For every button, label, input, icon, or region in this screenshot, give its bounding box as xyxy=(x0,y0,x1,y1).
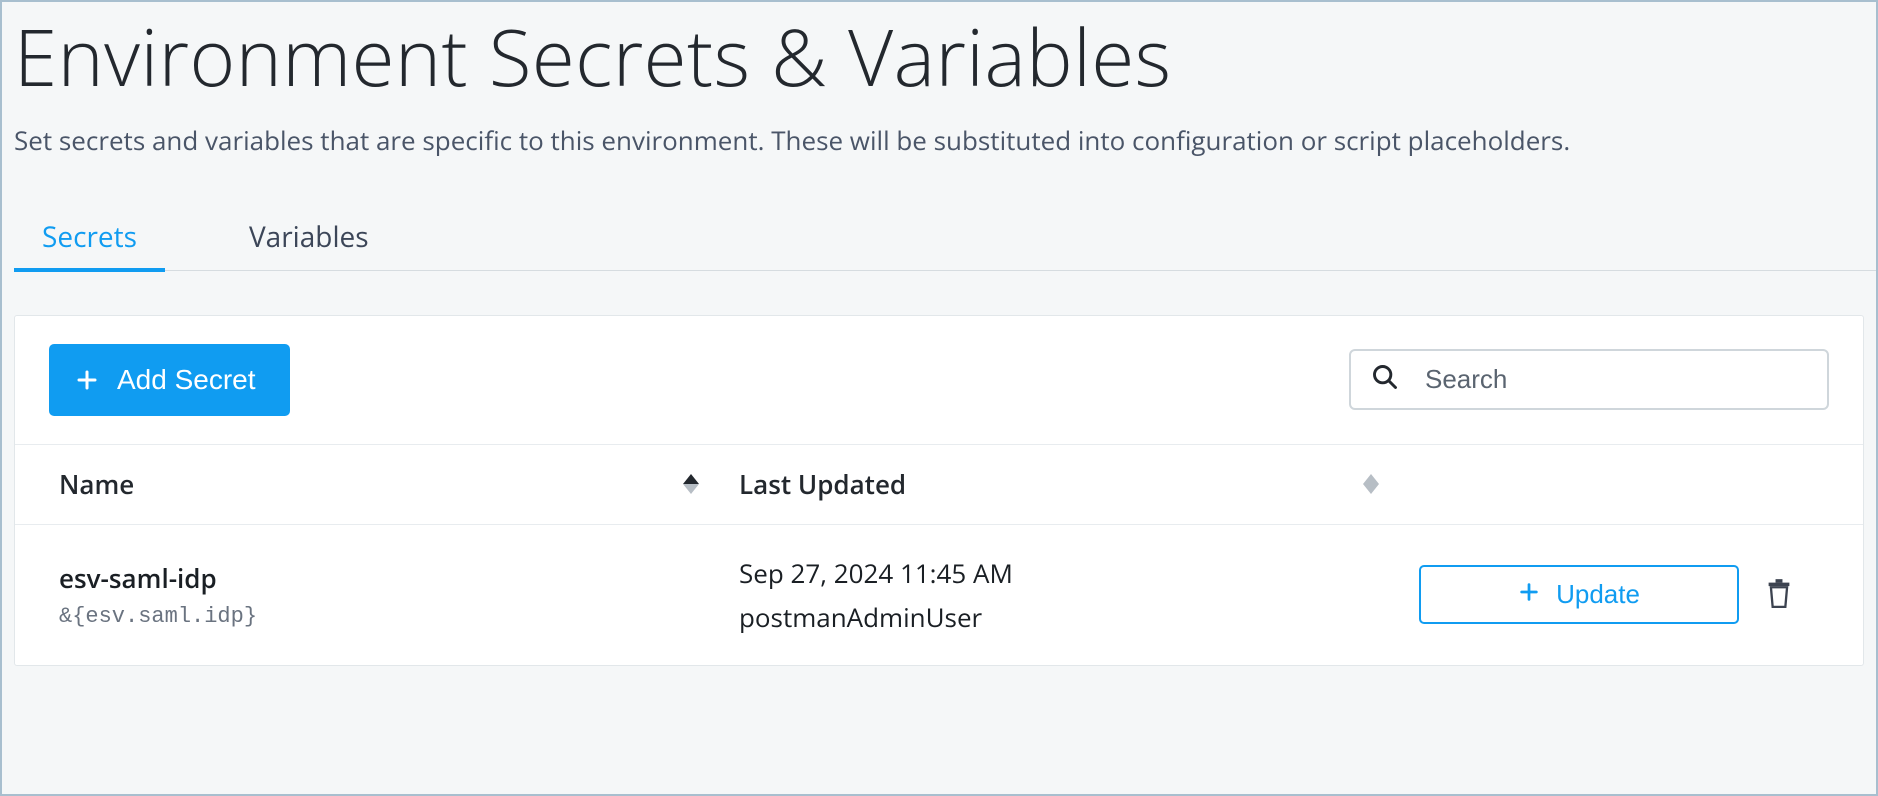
updated-date: Sep 27, 2024 11:45 AM xyxy=(739,555,1419,591)
column-header-last-updated-label: Last Updated xyxy=(739,466,906,502)
table-header: Name Last Updated xyxy=(15,445,1863,525)
secrets-card: Add Secret Name Last Updated xyxy=(14,315,1864,666)
column-header-name[interactable]: Name xyxy=(59,466,739,502)
page-container: Environment Secrets & Variables Set secr… xyxy=(0,0,1878,796)
tab-label: Variables xyxy=(249,218,369,256)
sort-icon xyxy=(683,474,699,494)
updated-by: postmanAdminUser xyxy=(739,599,1419,635)
delete-button[interactable] xyxy=(1757,570,1801,619)
cell-delete xyxy=(1739,570,1819,619)
plus-icon xyxy=(1518,579,1540,610)
cell-last-updated: Sep 27, 2024 11:45 AM postmanAdminUser xyxy=(739,555,1419,635)
add-secret-button[interactable]: Add Secret xyxy=(49,344,290,416)
cell-actions: Update xyxy=(1419,565,1739,624)
search-box[interactable] xyxy=(1349,349,1829,410)
update-button[interactable]: Update xyxy=(1419,565,1739,624)
add-secret-label: Add Secret xyxy=(117,364,256,396)
update-label: Update xyxy=(1556,579,1640,610)
tab-label: Secrets xyxy=(42,218,137,256)
column-header-last-updated[interactable]: Last Updated xyxy=(739,466,1419,502)
tab-secrets[interactable]: Secrets xyxy=(14,218,165,270)
column-header-name-label: Name xyxy=(59,466,134,502)
table-row: esv-saml-idp &{esv.saml.idp} Sep 27, 202… xyxy=(15,525,1863,665)
secret-placeholder: &{esv.saml.idp} xyxy=(59,604,739,629)
sort-icon xyxy=(1363,474,1379,494)
search-input[interactable] xyxy=(1423,363,1807,396)
cell-name: esv-saml-idp &{esv.saml.idp} xyxy=(59,560,739,629)
tab-variables[interactable]: Variables xyxy=(221,218,397,270)
page-subtitle: Set secrets and variables that are speci… xyxy=(14,122,1876,158)
search-icon xyxy=(1371,363,1399,396)
plus-icon xyxy=(75,368,99,392)
tabs: Secrets Variables xyxy=(14,218,1876,271)
page-title: Environment Secrets & Variables xyxy=(14,10,1876,104)
trash-icon xyxy=(1765,596,1793,611)
toolbar: Add Secret xyxy=(15,316,1863,445)
secret-name: esv-saml-idp xyxy=(59,560,739,596)
